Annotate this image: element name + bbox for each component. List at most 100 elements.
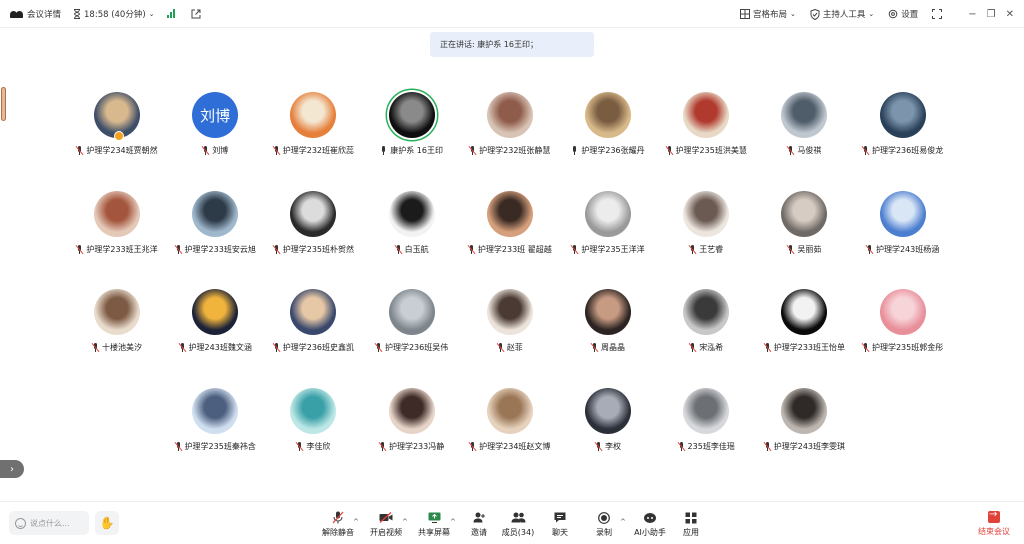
share-options-icon[interactable]: ^ <box>450 518 456 526</box>
meeting-info-button[interactable]: 会议详情 <box>10 8 61 20</box>
participant-tile[interactable]: 护理学235班朴贺然 <box>265 190 361 255</box>
participant-tile[interactable]: 王艺睿 <box>658 190 754 255</box>
chat-button[interactable]: 聊天 <box>538 511 582 538</box>
participant-tile[interactable]: 赵菲 <box>462 289 558 353</box>
participant-tile[interactable]: 护理学236班史鑫凯 <box>265 289 361 353</box>
record-label: 录制 <box>596 528 612 537</box>
participant-tile[interactable]: 护理学236班易俊龙 <box>855 92 951 156</box>
meeting-timer[interactable]: 18:58 (40分钟) ⌄ <box>73 8 155 20</box>
apps-label: 应用 <box>683 528 699 537</box>
participant-name-row: 护理学233班王怡单 <box>756 342 852 353</box>
ai-assistant-button[interactable]: AI小助手 <box>628 511 672 538</box>
participant-name-row: 护理学233班 翟超越 <box>462 244 558 255</box>
meeting-window: 会议详情 18:58 (40分钟) ⌄ 宫格布局 ⌄ 主持人工具 ⌄ 设置 − … <box>0 0 1024 544</box>
close-icon[interactable]: ✕ <box>1006 9 1014 20</box>
participant-tile[interactable]: 李佳欣 <box>265 387 361 452</box>
participant-tile[interactable]: 李权 <box>560 387 656 452</box>
emoji-icon[interactable] <box>15 517 26 529</box>
mic-muted-icon <box>786 145 795 156</box>
expand-panel-button[interactable]: › <box>0 460 24 478</box>
participant-tile[interactable]: 护理学234班赵文博 <box>462 387 558 452</box>
participant-tile[interactable]: 护理学243班杨涵 <box>855 190 951 255</box>
participant-name-row: 护理学234班赵文博 <box>462 441 558 452</box>
participant-tile[interactable]: 马俊祺 <box>756 92 852 156</box>
invite-button[interactable]: 邀请 <box>457 511 501 538</box>
raise-hand-icon: ✋ <box>99 516 115 530</box>
restore-icon[interactable]: ❐ <box>987 9 996 20</box>
participant-name: 十楼池美汐 <box>102 343 142 352</box>
participant-tile[interactable]: 护理学235王洋洋 <box>560 190 656 255</box>
avatar <box>290 387 337 434</box>
participant-name: 李佳欣 <box>306 441 331 451</box>
layout-button[interactable]: 宫格布局 ⌄ <box>739 8 796 20</box>
participant-tile[interactable]: 护理学233班王兆洋 <box>69 190 165 255</box>
participant-tile[interactable]: 宋泓希 <box>658 289 754 353</box>
participant-tile[interactable]: 护理学236班吴伟 <box>364 289 460 353</box>
external-link-icon[interactable] <box>191 9 201 19</box>
unmute-label: 解除静音 <box>322 528 354 537</box>
participant-name: 赵菲 <box>506 343 523 352</box>
participant-name-row: 护理学233班安云旭 <box>167 244 263 255</box>
participant-name-row: 护理243班魏文涵 <box>167 342 263 353</box>
participant-tile[interactable]: 刘博 刘博 <box>167 92 263 156</box>
avatar <box>879 289 926 335</box>
participant-name: 护理学234班赵文博 <box>479 441 551 451</box>
participant-name: 护理学232班张静慧 <box>479 146 551 155</box>
participant-name: 护理学234班贾朝然 <box>86 146 158 155</box>
video-options-icon[interactable]: ^ <box>402 518 408 526</box>
scroll-indicator[interactable] <box>1 87 6 121</box>
record-icon <box>598 511 610 524</box>
participant-name-row: 护理学236班易俊龙 <box>855 145 951 156</box>
avatar <box>781 387 828 434</box>
mic-muted-icon <box>468 441 477 451</box>
mic-muted-icon <box>763 342 772 353</box>
participant-name: 康护系 16王印 <box>390 146 443 155</box>
participant-tile[interactable]: 护理学232班崔欣蕊 <box>265 92 361 156</box>
signal-icon[interactable] <box>166 9 175 18</box>
settings-button[interactable]: 设置 <box>888 8 918 20</box>
participant-tile[interactable]: 235班李佳瑶 <box>658 387 754 452</box>
unmute-options-icon[interactable]: ^ <box>353 518 359 526</box>
mic-muted-icon <box>272 342 281 353</box>
end-label: 结束会议 <box>978 527 1010 536</box>
participant-tile[interactable]: 周晶晶 <box>560 289 656 353</box>
participant-tile[interactable]: 护理学235班秦祎含 <box>167 387 263 452</box>
participant-tile[interactable]: 护理学233班安云旭 <box>167 190 263 255</box>
participant-tile[interactable]: 护理学233班 翟超越 <box>462 190 558 255</box>
mic-muted-icon <box>468 145 477 156</box>
participant-tile[interactable]: 康护系 16王印 <box>364 92 460 156</box>
raise-hand-button[interactable]: ✋ <box>95 511 119 535</box>
participant-name-row: 十楼池美汐 <box>69 342 165 353</box>
end-meeting-button[interactable]: 结束会议 <box>978 509 1010 537</box>
participant-tile[interactable]: 白玉航 <box>364 190 460 255</box>
participant-tile[interactable]: 护理学232班张静慧 <box>462 92 558 156</box>
invite-label: 邀请 <box>471 528 487 537</box>
participant-tile[interactable]: 十楼池美汐 <box>69 289 165 353</box>
host-tools-button[interactable]: 主持人工具 ⌄ <box>810 8 874 20</box>
participant-tile[interactable]: 护理学234班贾朝然 <box>69 92 165 156</box>
mic-muted-icon <box>865 244 874 254</box>
record-options-icon[interactable]: ^ <box>620 518 626 526</box>
participant-tile[interactable]: 护理学235班洪美慧 <box>658 92 754 156</box>
chat-input[interactable]: 说点什么... <box>9 511 89 535</box>
members-button[interactable]: 成员(34) <box>496 511 540 538</box>
participant-tile[interactable]: 吴丽茹 <box>756 190 852 255</box>
participant-tile[interactable]: 护理243班魏文涵 <box>167 289 263 353</box>
apps-button[interactable]: 应用 <box>669 511 713 538</box>
participant-name-row: 马俊祺 <box>756 145 852 156</box>
mic-muted-icon <box>91 342 100 353</box>
chat-label: 聊天 <box>552 528 568 537</box>
participant-name-row: 李佳欣 <box>265 441 361 452</box>
participant-tile[interactable]: 护理学235班郭金彤 <box>855 289 951 353</box>
avatar <box>192 289 239 335</box>
participant-tile[interactable]: 护理学236张耀丹 <box>560 92 656 156</box>
avatar <box>683 92 730 138</box>
participant-tile[interactable]: 护理学243班李雯琪 <box>756 387 852 452</box>
participant-name: 235班李佳瑶 <box>687 441 735 451</box>
fullscreen-icon[interactable] <box>932 9 943 19</box>
participant-tile[interactable]: 护理学233班王怡单 <box>756 289 852 353</box>
participant-name: 护理学235班秦祎含 <box>184 441 256 451</box>
minimize-icon[interactable]: − <box>968 9 976 20</box>
participant-tile[interactable]: 护理学233冯静 <box>364 387 460 452</box>
avatar <box>486 92 533 138</box>
